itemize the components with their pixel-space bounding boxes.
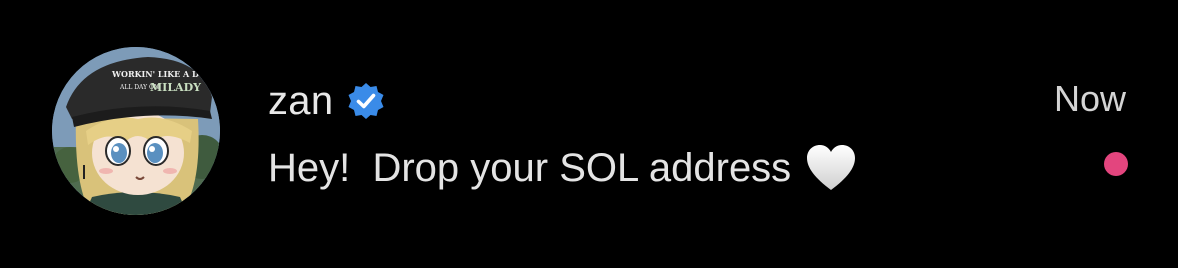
- avatar-illustration: WORKIN' LIKE A DOG ALL DAY ON MILADY: [52, 47, 220, 215]
- white-heart-icon: [805, 144, 857, 192]
- cap-text-brand: MILADY: [150, 81, 201, 94]
- verified-badge-icon: [347, 82, 385, 120]
- unread-indicator-dot: [1104, 152, 1128, 176]
- message-text: Hey! Drop your SOL address: [268, 145, 792, 190]
- notification-content: zan Now Hey! Drop your SOL address: [268, 74, 1138, 196]
- sender-line: zan: [268, 74, 1138, 128]
- message-preview: Hey! Drop your SOL address: [268, 140, 1138, 196]
- sender-avatar[interactable]: WORKIN' LIKE A DOG ALL DAY ON MILADY: [52, 47, 220, 215]
- timestamp: Now: [1053, 78, 1126, 119]
- message-notification-row[interactable]: WORKIN' LIKE A DOG ALL DAY ON MILADY zan…: [0, 0, 1178, 268]
- sender-name[interactable]: zan: [268, 79, 333, 124]
- cap-text-line1: WORKIN' LIKE A DOG: [111, 69, 213, 79]
